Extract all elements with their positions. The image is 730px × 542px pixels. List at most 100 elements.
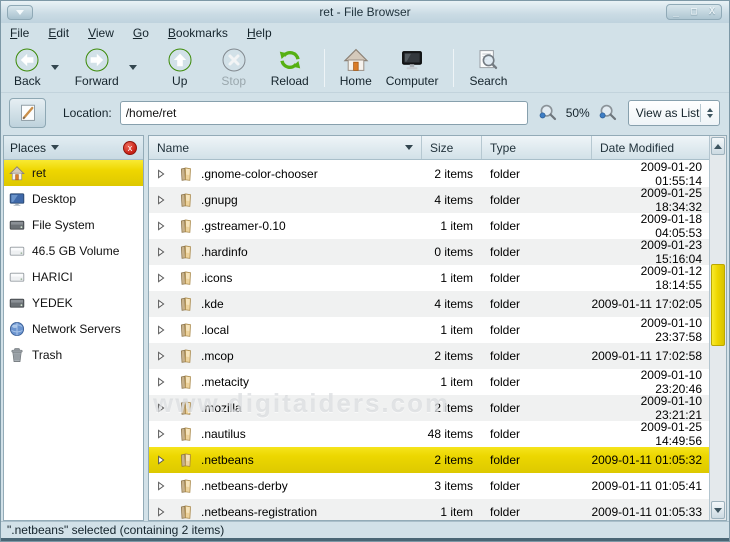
- chevron-down-icon: [51, 145, 59, 150]
- table-row[interactable]: .gnupg4 itemsfolder2009-01-25 18:34:32: [149, 187, 709, 213]
- home-icon: [343, 47, 369, 73]
- table-row[interactable]: .mozilla2 itemsfolder2009-01-10 23:21:21: [149, 395, 709, 421]
- sidebar-item-network-servers[interactable]: Network Servers: [4, 316, 143, 342]
- file-size: 2 items: [421, 401, 481, 415]
- scroll-down-button[interactable]: [711, 501, 725, 519]
- places-header[interactable]: Places x: [4, 136, 143, 160]
- table-row[interactable]: .gstreamer-0.101 itemfolder2009-01-18 04…: [149, 213, 709, 239]
- stop-icon: [221, 47, 247, 73]
- close-button[interactable]: X: [709, 4, 715, 20]
- column-header-size[interactable]: Size: [421, 136, 481, 159]
- scroll-up-button[interactable]: [711, 137, 725, 155]
- sidebar-item-yedek[interactable]: YEDEK: [4, 290, 143, 316]
- folder-icon: [173, 478, 199, 494]
- home-button[interactable]: Home: [333, 45, 379, 91]
- toolbar-separator: [324, 49, 325, 87]
- computer-button[interactable]: Computer: [379, 45, 446, 91]
- column-header-date[interactable]: Date Modified: [591, 136, 709, 159]
- menu-bar: File Edit View Go Bookmarks Help: [1, 23, 729, 43]
- file-name: .mozilla: [199, 401, 421, 415]
- expander-icon[interactable]: [149, 351, 173, 361]
- table-row[interactable]: .nautilus48 itemsfolder2009-01-25 14:49:…: [149, 421, 709, 447]
- expander-icon[interactable]: [149, 481, 173, 491]
- table-row[interactable]: .hardinfo0 itemsfolder2009-01-23 15:16:0…: [149, 239, 709, 265]
- table-row[interactable]: .metacity1 itemfolder2009-01-10 23:20:46: [149, 369, 709, 395]
- file-type: folder: [481, 505, 591, 519]
- toolbar: Back Forward Up Stop Reload Home Compute…: [1, 43, 729, 93]
- table-row[interactable]: .mcop2 itemsfolder2009-01-11 17:02:58: [149, 343, 709, 369]
- forward-history-dropdown[interactable]: [126, 45, 140, 91]
- reload-button[interactable]: Reload: [264, 45, 316, 91]
- folder-icon: [173, 192, 199, 208]
- forward-button[interactable]: Forward: [68, 45, 126, 91]
- file-name: .gnome-color-chooser: [199, 167, 421, 181]
- file-type: folder: [481, 479, 591, 493]
- table-row[interactable]: .netbeans-registration1 itemfolder2009-0…: [149, 499, 709, 521]
- scrollbar-thumb[interactable]: [711, 264, 725, 346]
- file-browser-window: ret - File Browser _ □ X File Edit View …: [0, 0, 730, 542]
- folder-icon: [173, 296, 199, 312]
- vertical-scrollbar[interactable]: [709, 136, 726, 520]
- expander-icon[interactable]: [149, 377, 173, 387]
- file-type: folder: [481, 297, 591, 311]
- expander-icon[interactable]: [149, 169, 173, 179]
- home-icon: [9, 165, 25, 181]
- expander-icon[interactable]: [149, 507, 173, 517]
- expander-icon[interactable]: [149, 299, 173, 309]
- places-sidebar: Places x ret Desktop File System 46.5 GB…: [3, 135, 144, 521]
- title-bar[interactable]: ret - File Browser _ □ X: [1, 1, 729, 23]
- view-mode-select[interactable]: View as List: [628, 100, 720, 126]
- menu-file[interactable]: File: [10, 26, 29, 40]
- menu-bookmarks[interactable]: Bookmarks: [168, 26, 228, 40]
- sidebar-item-harici[interactable]: HARICI: [4, 264, 143, 290]
- menu-go[interactable]: Go: [133, 26, 149, 40]
- back-history-dropdown[interactable]: [48, 45, 62, 91]
- file-date: 2009-01-23 15:16:04: [591, 238, 709, 266]
- file-name: .netbeans-derby: [199, 479, 421, 493]
- expander-icon[interactable]: [149, 403, 173, 413]
- close-sidebar-button[interactable]: x: [123, 141, 137, 155]
- maximize-button[interactable]: □: [691, 4, 697, 20]
- expander-icon[interactable]: [149, 455, 173, 465]
- table-row[interactable]: .gnome-color-chooser2 itemsfolder2009-01…: [149, 161, 709, 187]
- file-size: 2 items: [421, 453, 481, 467]
- expander-icon[interactable]: [149, 221, 173, 231]
- back-button[interactable]: Back: [7, 45, 48, 91]
- column-header-name[interactable]: Name: [149, 136, 421, 159]
- table-row[interactable]: .netbeans-derby3 itemsfolder2009-01-11 0…: [149, 473, 709, 499]
- expander-icon[interactable]: [149, 195, 173, 205]
- file-type: folder: [481, 167, 591, 181]
- menu-help[interactable]: Help: [247, 26, 272, 40]
- table-row-selected[interactable]: .netbeans2 itemsfolder2009-01-11 01:05:3…: [149, 447, 709, 473]
- file-date: 2009-01-10 23:21:21: [591, 394, 709, 422]
- expander-icon[interactable]: [149, 247, 173, 257]
- file-type: folder: [481, 427, 591, 441]
- menu-view[interactable]: View: [88, 26, 114, 40]
- sidebar-item-volume[interactable]: 46.5 GB Volume: [4, 238, 143, 264]
- chevron-down-icon: [129, 65, 137, 70]
- zoom-in-button[interactable]: [598, 103, 618, 123]
- menu-edit[interactable]: Edit: [48, 26, 69, 40]
- expander-icon[interactable]: [149, 429, 173, 439]
- desktop-icon: [9, 191, 25, 207]
- zoom-out-button[interactable]: [538, 103, 558, 123]
- sidebar-item-desktop[interactable]: Desktop: [4, 186, 143, 212]
- computer-icon: [399, 47, 425, 73]
- sidebar-item-ret[interactable]: ret: [4, 160, 143, 186]
- file-date: 2009-01-11 17:02:58: [591, 349, 709, 363]
- sidebar-item-file-system[interactable]: File System: [4, 212, 143, 238]
- expander-icon[interactable]: [149, 273, 173, 283]
- minimize-button[interactable]: _: [673, 4, 679, 20]
- sidebar-item-trash[interactable]: Trash: [4, 342, 143, 368]
- location-input[interactable]: [120, 101, 528, 125]
- table-row[interactable]: .local1 itemfolder2009-01-10 23:37:58: [149, 317, 709, 343]
- column-header-type[interactable]: Type: [481, 136, 591, 159]
- up-button[interactable]: Up: [160, 45, 200, 91]
- table-row[interactable]: .kde4 itemsfolder2009-01-11 17:02:05: [149, 291, 709, 317]
- search-button[interactable]: Search: [462, 45, 514, 91]
- table-row[interactable]: .icons1 itemfolder2009-01-12 18:14:55: [149, 265, 709, 291]
- edit-location-button[interactable]: [9, 98, 46, 128]
- file-type: folder: [481, 219, 591, 233]
- expander-icon[interactable]: [149, 325, 173, 335]
- file-date: 2009-01-12 18:14:55: [591, 264, 709, 292]
